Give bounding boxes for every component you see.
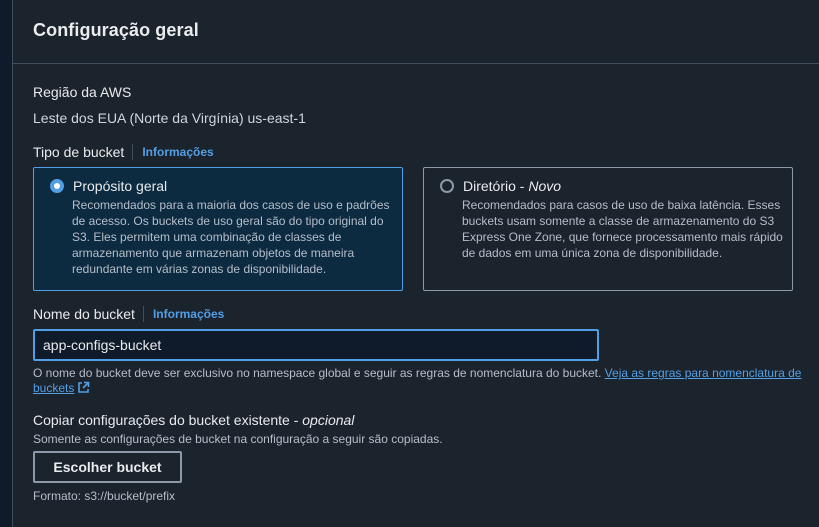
choose-bucket-button[interactable]: Escolher bucket	[33, 451, 182, 483]
panel-header: Configuração geral	[13, 0, 819, 64]
directory-radio[interactable]	[440, 179, 454, 193]
bucket-type-label: Tipo de bucket	[33, 144, 125, 160]
bucket-name-input[interactable]	[33, 329, 599, 361]
bucket-type-general-tile[interactable]: Propósito geral Recomendados para a maio…	[33, 167, 403, 291]
bucket-name-info-link[interactable]: Informações	[142, 306, 224, 322]
directory-title: Diretório - Novo	[463, 178, 561, 194]
format-hint: Formato: s3://bucket/prefix	[33, 489, 176, 503]
new-tag: Novo	[528, 178, 562, 194]
bucket-type-directory-tile[interactable]: Diretório - Novo Recomendados para casos…	[423, 167, 793, 291]
copy-settings-label: Copiar configurações do bucket existente…	[33, 412, 354, 428]
general-description: Recomendados para a maioria dos casos de…	[72, 198, 390, 276]
optional-tag: opcional	[302, 412, 355, 428]
tile-head: Propósito geral	[50, 178, 388, 194]
general-configuration-panel: Configuração geral Região da AWS Leste d…	[12, 0, 819, 527]
bucket-name-constraint: O nome do bucket deve ser exclusivo no n…	[33, 366, 803, 396]
bucket-name-label: Nome do bucket	[33, 306, 135, 322]
constraint-text: O nome do bucket deve ser exclusivo no n…	[33, 366, 605, 380]
directory-title-text: Diretório -	[463, 178, 529, 194]
region-label: Região da AWS	[33, 84, 132, 100]
bucket-type-label-row: Tipo de bucket Informações	[33, 144, 214, 160]
bucket-type-info-link[interactable]: Informações	[132, 144, 214, 160]
general-radio[interactable]	[50, 179, 64, 193]
external-link-icon	[78, 381, 90, 393]
panel-title: Configuração geral	[33, 20, 199, 40]
general-title: Propósito geral	[73, 178, 168, 194]
copy-settings-label-text: Copiar configurações do bucket existente…	[33, 412, 303, 428]
tile-head: Diretório - Novo	[440, 178, 778, 194]
region-value: Leste dos EUA (Norte da Virgínia) us-eas…	[33, 110, 306, 126]
copy-settings-description: Somente as configurações de bucket na co…	[33, 432, 443, 446]
bucket-name-label-row: Nome do bucket Informações	[33, 306, 224, 322]
directory-description: Recomendados para casos de uso de baixa …	[462, 198, 783, 260]
